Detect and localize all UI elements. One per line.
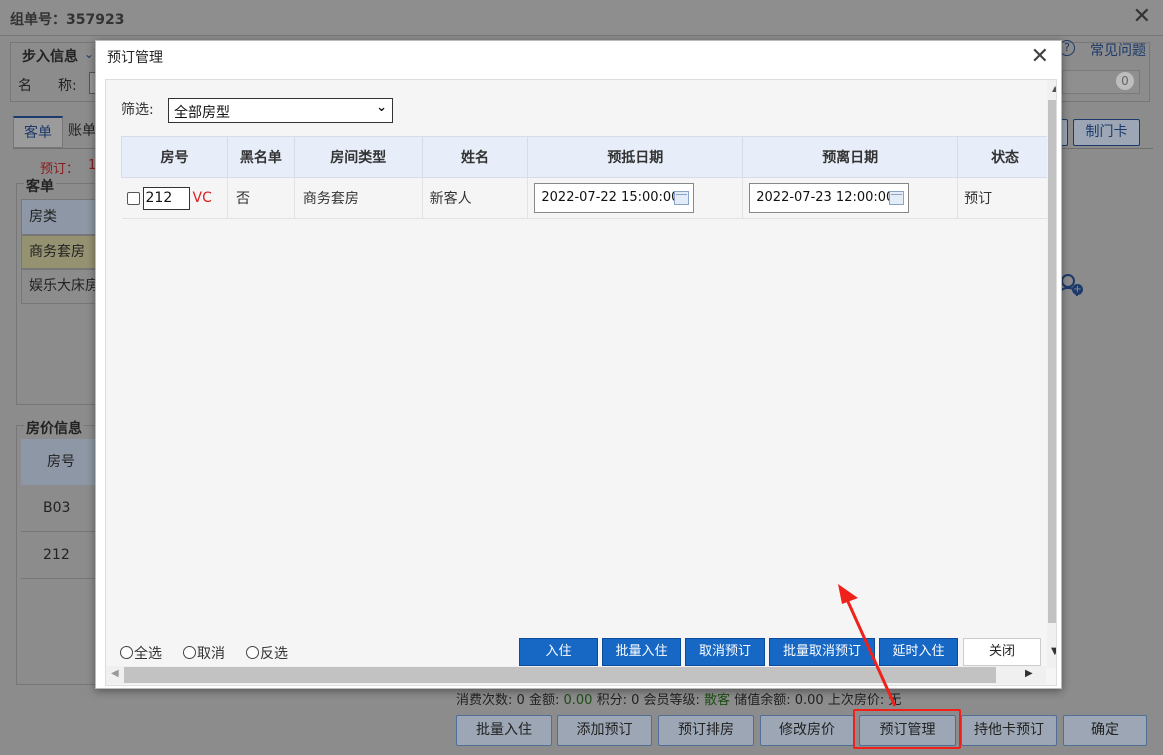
vertical-scrollbar[interactable]: ▲ ▼ (1047, 80, 1056, 668)
room-type-item[interactable]: 商务套房 (21, 235, 101, 269)
member-status-bar: 消费次数: 0 金额: 0.00 积分: 0 会员等级: 散客 储值余额: 0.… (456, 690, 1126, 712)
confirm-button[interactable]: 确定 (1063, 715, 1147, 746)
room-row[interactable]: 212 (21, 532, 101, 579)
batch-cancel-booking-button[interactable]: 批量取消预订 (769, 638, 875, 666)
dialog-close-icon[interactable]: ✕ (1031, 44, 1049, 69)
room-status-tag: VC (192, 190, 212, 206)
calendar-icon[interactable] (674, 191, 690, 205)
cancel-select-radio[interactable]: 取消 (183, 643, 225, 663)
arrive-date-input[interactable]: 2022-07-22 15:00:00 (534, 183, 695, 213)
dialog-title: 预订管理 (107, 50, 163, 66)
price-section-label: 房价信息 (24, 418, 84, 438)
close-button[interactable]: 关闭 (963, 638, 1041, 666)
delayed-checkin-button[interactable]: 延时入住 (879, 638, 958, 666)
scroll-down-icon[interactable]: ▼ (1051, 646, 1056, 657)
checkin-button[interactable]: 入住 (519, 638, 598, 666)
tab-guest[interactable]: 客单 (13, 116, 63, 148)
outer-close-icon[interactable]: ✕ (1133, 4, 1151, 29)
guest-name-cell: 新客人 (422, 177, 529, 219)
column-header: 房间类型 (293, 136, 423, 178)
arrive-date-value: 2022-07-22 15:00:00 (541, 190, 680, 205)
scroll-up-icon[interactable]: ▲ (1052, 84, 1056, 93)
other-card-booking-button[interactable]: 持他卡预订 (961, 715, 1057, 746)
select-all-radio[interactable]: 全选 (120, 643, 162, 663)
filter-value: 全部房型 (174, 105, 230, 121)
modify-price-button[interactable]: 修改房价 (760, 715, 854, 746)
name-label-2: 称: (58, 78, 77, 94)
table-header-row: 房号 黑名单 房间类型 姓名 预抵日期 预离日期 状态 (121, 136, 1053, 178)
add-booking-button[interactable]: 添加预订 (557, 715, 652, 746)
booking-manage-dialog: 预订管理 ✕ 筛选: 全部房型 ⌄ 房号 黑名单 房间类型 姓名 预抵日期 预离… (95, 40, 1062, 689)
room-type-cell: 商务套房 (294, 177, 423, 219)
invert-select-radio[interactable]: 反选 (246, 643, 288, 663)
expand-chevron-icon[interactable]: ⌄ (84, 47, 94, 61)
faq-link[interactable]: 常见问题 (1090, 40, 1146, 60)
cancel-booking-button[interactable]: 取消预订 (685, 638, 765, 666)
dialog-content: 筛选: 全部房型 ⌄ 房号 黑名单 房间类型 姓名 预抵日期 预离日期 状态 2… (105, 79, 1057, 686)
radio-circle-icon (246, 646, 259, 659)
group-order-title: 组单号：357923 (10, 12, 125, 28)
column-header: 姓名 (421, 136, 529, 178)
tab-account[interactable]: 账单 (68, 116, 98, 148)
column-header: 黑名单 (226, 136, 295, 178)
horizontal-scroll-thumb[interactable] (124, 667, 996, 683)
room-type-item[interactable]: 娱乐大床房 (21, 269, 101, 304)
guest-section-label: 客单 (24, 176, 56, 196)
room-no-header: 房号 (21, 439, 101, 485)
column-header: 状态 (957, 136, 1053, 178)
blacklist-cell: 否 (227, 177, 295, 219)
depart-date-input[interactable]: 2022-07-23 12:00:00 (749, 183, 910, 213)
depart-date-value: 2022-07-23 12:00:00 (756, 190, 895, 205)
make-card-button[interactable]: 制门卡 (1073, 119, 1140, 146)
room-type-header: 房类 (21, 199, 101, 235)
room-type-filter-select[interactable]: 全部房型 ⌄ (168, 98, 393, 123)
batch-checkin-button[interactable]: 批量入住 (602, 638, 681, 666)
outer-title-bar: 组单号：357923 ✕ (0, 0, 1163, 36)
batch-checkin-button[interactable]: 批量入住 (456, 715, 552, 746)
column-header: 预抵日期 (527, 136, 744, 178)
status-cell: 预订 (957, 177, 1053, 219)
step-info-label: 步入信息 (22, 49, 78, 65)
scroll-right-icon[interactable]: ▶ (1025, 668, 1033, 679)
scroll-left-icon[interactable]: ◀ (111, 668, 119, 679)
vertical-scroll-thumb[interactable] (1048, 100, 1056, 623)
booking-table: 房号 黑名单 房间类型 姓名 预抵日期 预离日期 状态 212 VC 否 商务套房… (121, 136, 1053, 219)
calendar-icon[interactable] (889, 191, 905, 205)
booking-count-label: 预订： (40, 162, 80, 177)
radio-circle-icon (120, 646, 133, 659)
row-checkbox[interactable] (126, 191, 140, 205)
radio-circle-icon (183, 646, 196, 659)
filter-label: 筛选: (121, 102, 154, 118)
plus-icon: + (1072, 284, 1083, 295)
name-label: 名 (18, 78, 32, 94)
column-header: 预离日期 (742, 136, 959, 178)
chevron-down-icon: ⌄ (376, 100, 387, 115)
horizontal-scrollbar[interactable]: ◀ ▶ (106, 666, 1046, 684)
room-row[interactable]: B03 (21, 485, 101, 532)
booking-room-assign-button[interactable]: 预订排房 (658, 715, 754, 746)
count-badge: 0 (1116, 72, 1134, 90)
column-header: 房号 (121, 136, 228, 178)
table-row: 212 VC 否 商务套房 新客人 2022-07-22 15:00:00 202… (121, 177, 1053, 219)
highlight-box (853, 709, 961, 749)
room-no-input[interactable]: 212 (142, 186, 190, 210)
